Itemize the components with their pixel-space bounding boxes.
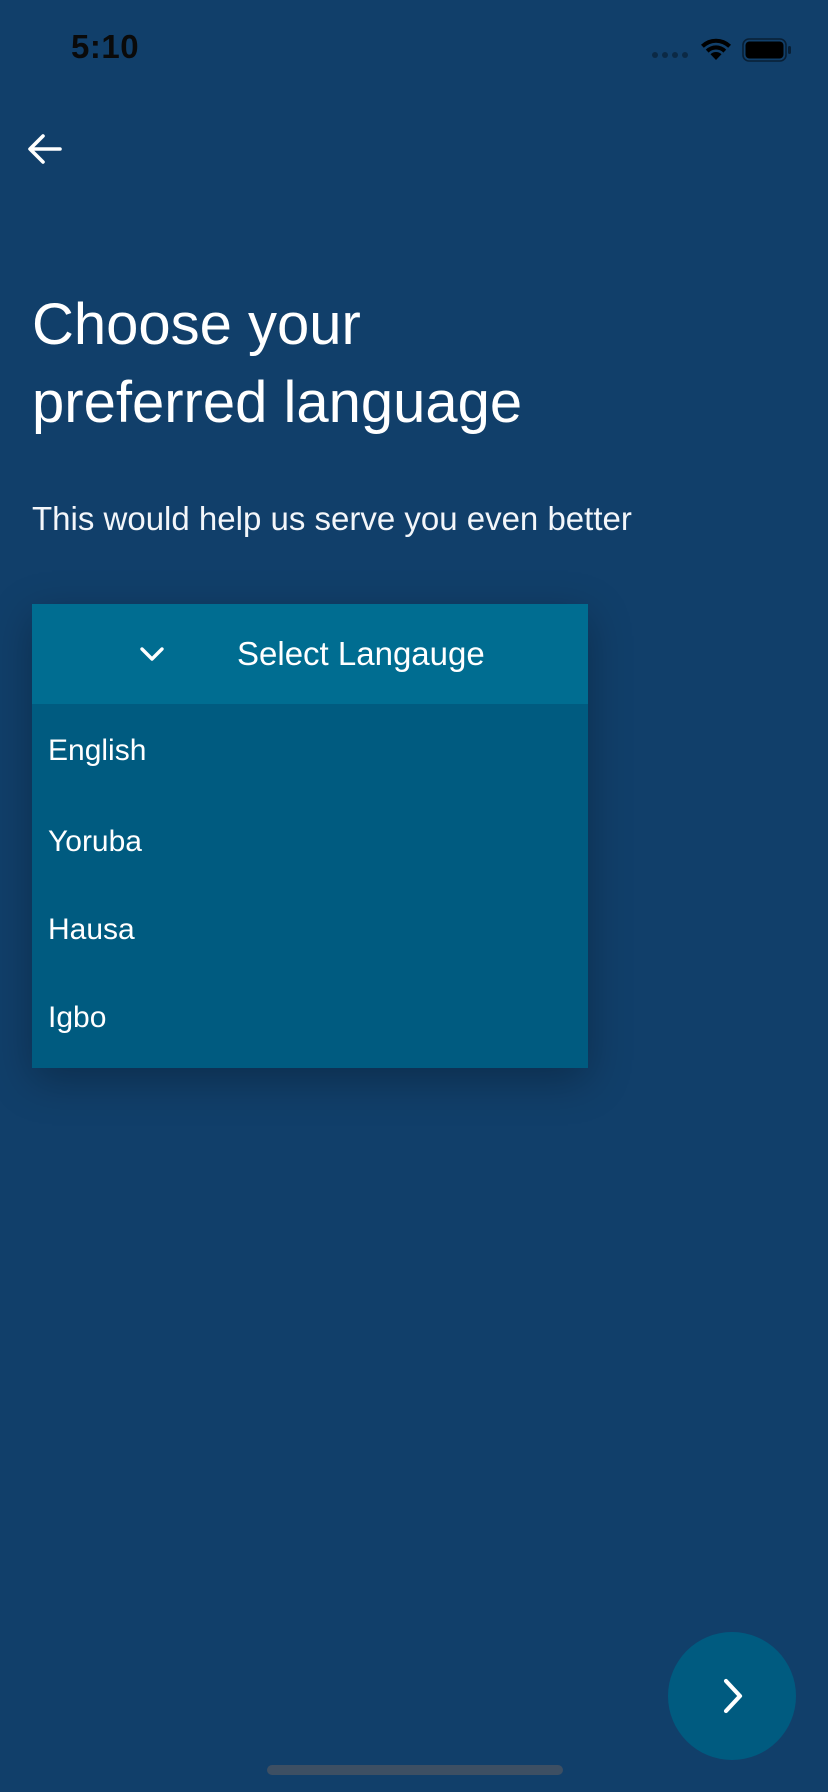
chevron-down-icon: [140, 647, 164, 661]
chevron-right-icon: [723, 1678, 743, 1714]
language-options-list: English Yoruba Hausa Igbo: [32, 704, 588, 1068]
language-dropdown: Select Langauge English Yoruba Hausa Igb…: [32, 604, 588, 1068]
status-time: 5:10: [71, 28, 140, 65]
arrow-left-icon: [28, 134, 62, 164]
back-button[interactable]: [22, 126, 68, 172]
language-option-english[interactable]: English: [32, 704, 588, 798]
language-option-igbo[interactable]: Igbo: [32, 974, 588, 1062]
cellular-signal-icon: [652, 52, 688, 58]
page-subtitle: This would help us serve you even better: [32, 500, 632, 537]
battery-icon: [742, 38, 791, 62]
language-dropdown-toggle[interactable]: Select Langauge: [32, 604, 588, 704]
home-indicator: [267, 1765, 563, 1775]
next-button[interactable]: [668, 1632, 796, 1760]
language-dropdown-label: Select Langauge: [237, 635, 485, 672]
language-option-yoruba[interactable]: Yoruba: [32, 798, 588, 886]
wifi-icon: [701, 38, 731, 60]
page-title: Choose your preferred language: [32, 292, 523, 435]
language-option-hausa[interactable]: Hausa: [32, 886, 588, 974]
status-bar: 5:10: [0, 0, 828, 100]
